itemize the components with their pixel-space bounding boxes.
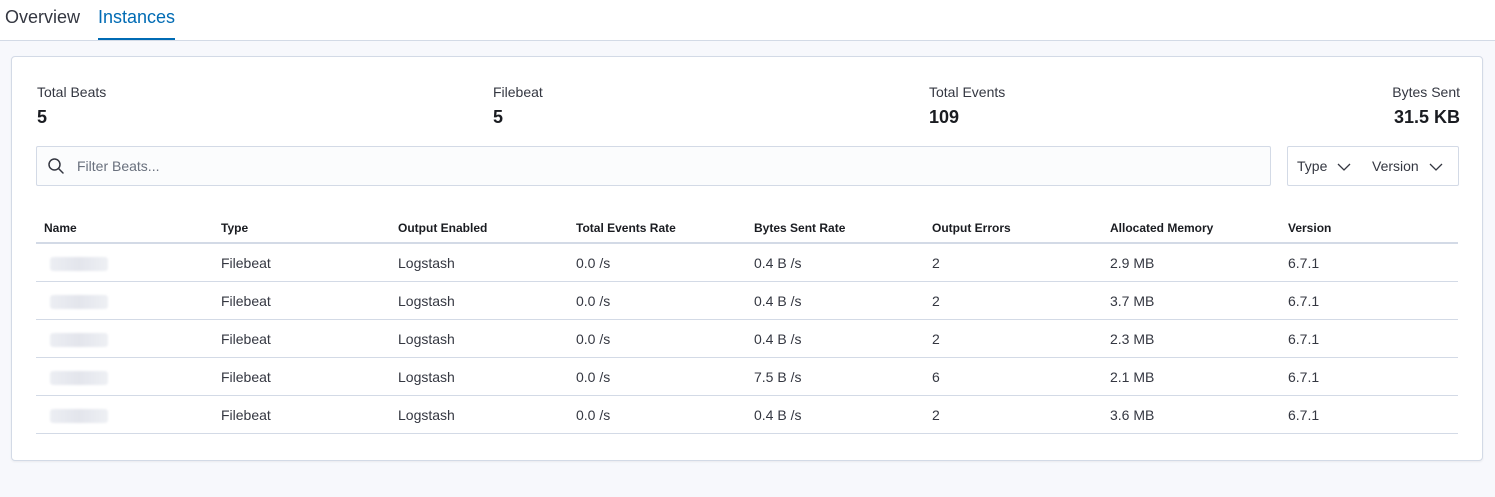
cell-errors: 6 xyxy=(924,357,1102,396)
column-header-allocated-memory[interactable]: Allocated Memory xyxy=(1102,214,1280,244)
cell-name xyxy=(36,319,213,358)
cell-events-rate: 0.0 /s xyxy=(568,395,746,434)
stat-total-events: Total Events 109 xyxy=(929,84,1005,127)
redacted-name[interactable] xyxy=(50,256,108,271)
cell-bytes-rate: 0.4 B /s xyxy=(746,281,924,320)
cell-name xyxy=(36,395,213,434)
cell-output: Logstash xyxy=(390,357,568,396)
table-row: Filebeat Logstash 0.0 /s 0.4 B /s 2 3.7 … xyxy=(36,281,1458,320)
cell-version: 6.7.1 xyxy=(1280,281,1458,320)
table-row: Filebeat Logstash 0.0 /s 0.4 B /s 2 2.3 … xyxy=(36,319,1458,358)
stat-bytes-sent: Bytes Sent 31.5 KB xyxy=(1392,84,1460,127)
cell-output: Logstash xyxy=(390,281,568,320)
column-header-type[interactable]: Type xyxy=(213,214,390,244)
cell-output: Logstash xyxy=(390,319,568,358)
cell-events-rate: 0.0 /s xyxy=(568,319,746,358)
chevron-down-icon xyxy=(1337,163,1351,172)
table-row: Filebeat Logstash 0.0 /s 7.5 B /s 6 2.1 … xyxy=(36,357,1458,396)
cell-memory: 2.9 MB xyxy=(1102,243,1280,282)
search-icon xyxy=(48,158,64,174)
cell-type: Filebeat xyxy=(213,319,390,358)
type-filter-button[interactable]: Type xyxy=(1297,147,1351,185)
cell-name xyxy=(36,243,213,282)
cell-output: Logstash xyxy=(390,395,568,434)
cell-errors: 2 xyxy=(924,281,1102,320)
table-row: Filebeat Logstash 0.0 /s 0.4 B /s 2 2.9 … xyxy=(36,243,1458,282)
stat-label: Total Events xyxy=(929,84,1006,100)
beats-table: Name Type Output Enabled Total Events Ra… xyxy=(36,214,1458,434)
column-header-bytes-sent-rate[interactable]: Bytes Sent Rate xyxy=(746,214,924,244)
stat-label: Bytes Sent xyxy=(1392,84,1460,100)
cell-memory: 2.3 MB xyxy=(1102,319,1280,358)
stat-filebeat: Filebeat 5 xyxy=(493,84,543,127)
cell-bytes-rate: 0.4 B /s xyxy=(746,319,924,358)
cell-events-rate: 0.0 /s xyxy=(568,357,746,396)
tab-instances[interactable]: Instances xyxy=(98,6,176,40)
cell-events-rate: 0.0 /s xyxy=(568,281,746,320)
search-box[interactable] xyxy=(36,146,1271,186)
cell-memory: 2.1 MB xyxy=(1102,357,1280,396)
cell-version: 6.7.1 xyxy=(1280,243,1458,282)
stat-label: Filebeat xyxy=(493,84,543,100)
tab-overview[interactable]: Overview xyxy=(5,6,80,38)
cell-type: Filebeat xyxy=(213,357,390,396)
cell-memory: 3.7 MB xyxy=(1102,281,1280,320)
instances-panel: Total Beats 5 Filebeat 5 Total Events 10… xyxy=(11,56,1483,461)
stat-label: Total Beats xyxy=(37,84,107,100)
filter-group: Type Version xyxy=(1287,146,1459,186)
stat-value: 109 xyxy=(929,107,960,127)
cell-name xyxy=(36,357,213,396)
cell-type: Filebeat xyxy=(213,281,390,320)
column-header-total-events-rate[interactable]: Total Events Rate xyxy=(568,214,746,244)
stat-total-beats: Total Beats 5 xyxy=(37,84,106,127)
version-filter-button[interactable]: Version xyxy=(1372,147,1443,185)
cell-errors: 2 xyxy=(924,243,1102,282)
redacted-name[interactable] xyxy=(50,408,108,423)
cell-type: Filebeat xyxy=(213,243,390,282)
cell-version: 6.7.1 xyxy=(1280,357,1458,396)
column-header-name[interactable]: Name xyxy=(36,214,213,244)
redacted-name[interactable] xyxy=(50,370,108,385)
redacted-name[interactable] xyxy=(50,332,108,347)
chevron-down-icon xyxy=(1429,163,1443,172)
table-header-row: Name Type Output Enabled Total Events Ra… xyxy=(36,214,1458,244)
stat-value: 5 xyxy=(37,107,48,127)
column-header-output-enabled[interactable]: Output Enabled xyxy=(390,214,568,244)
cell-errors: 2 xyxy=(924,319,1102,358)
stat-value: 5 xyxy=(493,107,504,127)
version-filter-label: Version xyxy=(1372,158,1419,174)
column-header-version[interactable]: Version xyxy=(1280,214,1458,244)
cell-bytes-rate: 7.5 B /s xyxy=(746,357,924,396)
cell-events-rate: 0.0 /s xyxy=(568,243,746,282)
cell-output: Logstash xyxy=(390,243,568,282)
redacted-name[interactable] xyxy=(50,294,108,309)
cell-bytes-rate: 0.4 B /s xyxy=(746,243,924,282)
cell-version: 6.7.1 xyxy=(1280,319,1458,358)
tab-bar: Overview Instances xyxy=(0,0,1495,41)
cell-bytes-rate: 0.4 B /s xyxy=(746,395,924,434)
cell-type: Filebeat xyxy=(213,395,390,434)
cell-memory: 3.6 MB xyxy=(1102,395,1280,434)
cell-name xyxy=(36,281,213,320)
type-filter-label: Type xyxy=(1297,158,1328,174)
cell-errors: 2 xyxy=(924,395,1102,434)
table-row: Filebeat Logstash 0.0 /s 0.4 B /s 2 3.6 … xyxy=(36,395,1458,434)
stat-value: 31.5 KB xyxy=(1393,107,1460,127)
column-header-output-errors[interactable]: Output Errors xyxy=(924,214,1102,244)
search-input[interactable] xyxy=(77,147,1257,185)
cell-version: 6.7.1 xyxy=(1280,395,1458,434)
